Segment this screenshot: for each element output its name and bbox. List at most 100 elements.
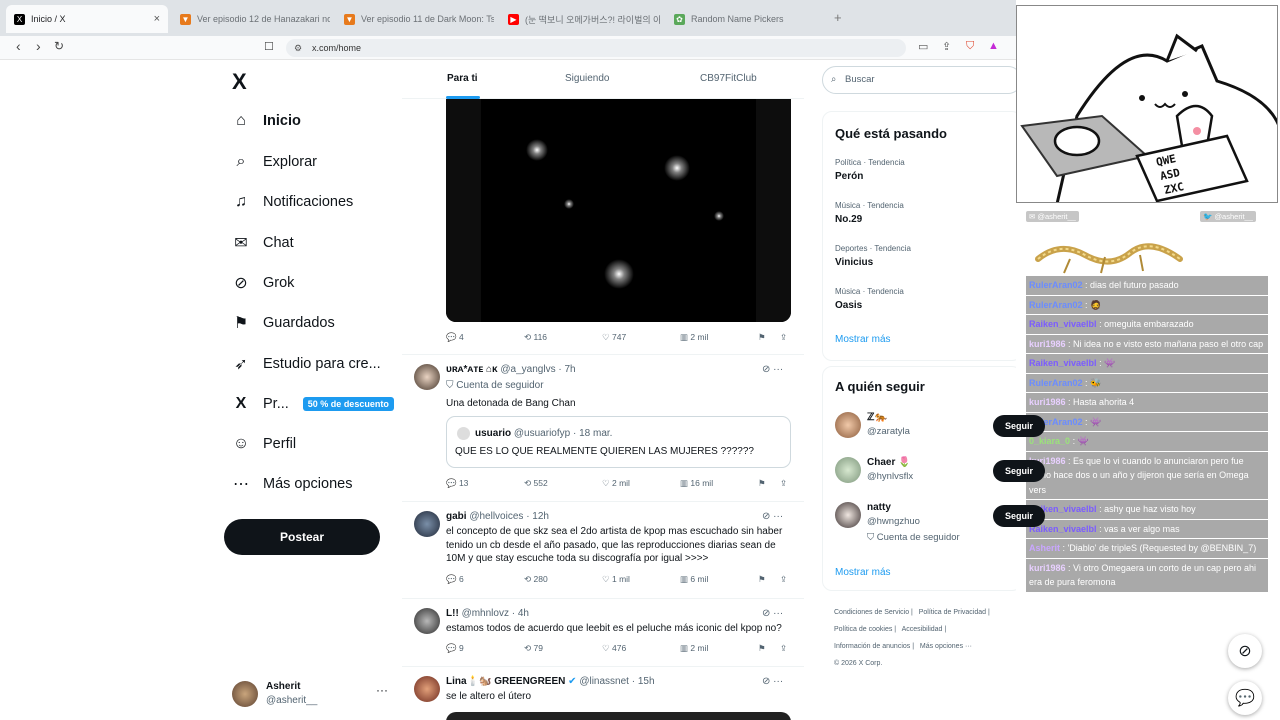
post[interactable]: Lina🕯️🐿️ GREENGREEN ✔ @linassnet · 15h s… <box>402 666 804 720</box>
bookmark-icon[interactable]: ⚑ <box>758 643 766 654</box>
tab-youtube[interactable]: ▶ (눈 떡보니 오메가버스?! 라이벌의 아 <box>500 5 660 33</box>
post-time[interactable]: · 12h <box>526 511 549 522</box>
footer-link[interactable]: Información de anuncios | <box>834 643 914 650</box>
nav-grok[interactable]: ⊘ Grok <box>231 268 294 298</box>
repost-button[interactable]: ⟲ 79 <box>524 643 543 654</box>
post-author[interactable]: Lina🕯️🐿️ GREENGREEN <box>446 676 565 687</box>
like-button[interactable]: ♡ 476 <box>602 643 626 654</box>
trend-item[interactable]: Música · Tendencia Oasis <box>835 287 904 311</box>
post-button[interactable]: Postear <box>224 519 380 555</box>
views-button[interactable]: ▥ 16 mil <box>680 478 713 489</box>
new-tab-button[interactable]: + <box>834 10 842 25</box>
reply-button[interactable]: 💬 13 <box>446 478 468 489</box>
share-icon[interactable]: ⇪ <box>942 40 951 53</box>
forward-icon[interactable]: › <box>36 38 41 54</box>
post-handle[interactable]: @a_yanglvs <box>500 364 555 375</box>
reply-button[interactable]: 💬 9 <box>446 643 464 654</box>
brave-shield-icon[interactable]: ⛉ <box>966 40 974 53</box>
footer-link[interactable]: Política de cookies | <box>834 626 896 633</box>
avatar[interactable] <box>414 364 440 390</box>
search-input[interactable]: ⌕ Buscar <box>822 66 1016 94</box>
views-button[interactable]: ▥ 2 mil <box>680 643 708 654</box>
bookmark-icon[interactable]: ⚑ <box>758 332 766 343</box>
nav-inicio[interactable]: ⌂ Inicio <box>231 106 301 136</box>
bookmark-icon[interactable]: ⚑ <box>758 574 766 585</box>
back-icon[interactable]: ‹ <box>16 38 21 54</box>
bookmark-page-icon[interactable]: ☐ <box>264 40 274 53</box>
follow-button[interactable]: Seguir <box>993 505 1045 527</box>
reply-button[interactable]: 💬 4 <box>446 332 464 343</box>
tab-inicio-x[interactable]: X Inicio / X × <box>6 5 168 33</box>
post-handle[interactable]: @mhnlovz <box>462 608 509 619</box>
brave-rewards-icon[interactable]: ▲ <box>988 40 999 52</box>
url-field[interactable]: ⚙ x.com/home <box>286 39 906 57</box>
account-switcher[interactable]: Asherit @asherit__ ··· <box>232 681 392 711</box>
like-button[interactable]: ♡ 2 mil <box>602 478 630 489</box>
views-button[interactable]: ▥ 6 mil <box>680 574 708 585</box>
show-more-follow[interactable]: Mostrar más <box>835 567 891 578</box>
tab-para-ti[interactable]: Para ti <box>447 73 478 84</box>
cast-icon[interactable]: ▭ <box>918 40 928 53</box>
post-author[interactable]: gabi <box>446 511 467 522</box>
grok-icon[interactable]: ⊘ ··· <box>762 364 783 375</box>
nav-chat[interactable]: ✉ Chat <box>231 228 293 258</box>
post-time[interactable]: · 7h <box>558 364 575 375</box>
quoted-post[interactable]: usuario @usuariofyp · 18 mar. QUE ES LO … <box>446 416 791 468</box>
footer-link[interactable]: Más opciones ··· <box>920 643 972 650</box>
grok-icon[interactable]: ⊘ <box>1228 634 1262 668</box>
post-author[interactable]: L!! <box>446 608 459 619</box>
x-logo-icon[interactable]: X <box>232 69 247 95</box>
follow-button[interactable]: Seguir <box>993 415 1045 437</box>
bookmark-icon[interactable]: ⚑ <box>758 478 766 489</box>
avatar[interactable] <box>414 608 440 634</box>
repost-button[interactable]: ⟲ 116 <box>524 332 547 343</box>
like-button[interactable]: ♡ 747 <box>602 332 626 343</box>
post-media[interactable] <box>446 712 791 720</box>
trend-item[interactable]: Música · Tendencia No.29 <box>835 201 904 225</box>
nav-perfil[interactable]: ☺ Perfil <box>231 429 296 459</box>
grok-icon[interactable]: ⊘ ··· <box>762 608 783 619</box>
nav-mas-opciones[interactable]: ⋯ Más opciones <box>231 469 352 499</box>
share-icon[interactable]: ⇪ <box>780 332 787 343</box>
footer-link[interactable]: Condiciones de Servicio | <box>834 609 913 616</box>
footer-link[interactable]: Política de Privacidad | <box>919 609 990 616</box>
like-button[interactable]: ♡ 1 mil <box>602 574 630 585</box>
nav-premium[interactable]: X Pr... 50 % de descuento <box>231 389 394 419</box>
site-settings-icon[interactable]: ⚙ <box>294 39 302 57</box>
show-more-trends[interactable]: Mostrar más <box>835 334 891 345</box>
post-time[interactable]: · 4h <box>512 608 529 619</box>
post-media-video[interactable] <box>446 99 791 322</box>
grok-icon[interactable]: ⊘ ··· <box>762 676 783 687</box>
trend-item[interactable]: Deportes · Tendencia Vinicius <box>835 244 911 268</box>
post-handle[interactable]: @hellvoices <box>469 511 523 522</box>
nav-estudio[interactable]: ➶ Estudio para cre... <box>231 349 380 379</box>
post-handle[interactable]: @linassnet <box>579 676 629 687</box>
share-icon[interactable]: ⇪ <box>780 478 787 489</box>
close-tab-icon[interactable]: × <box>154 13 160 25</box>
avatar[interactable] <box>414 511 440 537</box>
repost-button[interactable]: ⟲ 280 <box>524 574 548 585</box>
views-button[interactable]: ▥ 2 mil <box>680 332 708 343</box>
reply-button[interactable]: 💬 6 <box>446 574 464 585</box>
nav-explorar[interactable]: ⌕ Explorar <box>231 147 317 177</box>
trend-item[interactable]: Política · Tendencia Perón <box>835 158 905 182</box>
share-icon[interactable]: ⇪ <box>780 643 787 654</box>
post-time[interactable]: · 15h <box>632 676 655 687</box>
messages-icon[interactable]: 💬 <box>1228 681 1262 715</box>
avatar[interactable] <box>414 676 440 702</box>
share-icon[interactable]: ⇪ <box>780 574 787 585</box>
repost-button[interactable]: ⟲ 552 <box>524 478 548 489</box>
footer-link[interactable]: Accesibilidad | <box>902 626 947 633</box>
tab-dark-moon[interactable]: ▼ Ver episodio 11 de Dark Moon: Tsuk <box>336 5 494 33</box>
tab-random-name[interactable]: ✿ Random Name Pickers <box>666 5 826 33</box>
follow-button[interactable]: Seguir <box>993 460 1045 482</box>
nav-notificaciones[interactable]: ♫ Notificaciones <box>231 187 353 217</box>
tab-hanazakari[interactable]: ▼ Ver episodio 12 de Hanazakari no Ki <box>172 5 330 33</box>
grok-icon[interactable]: ⊘ ··· <box>762 511 783 522</box>
tab-cb97fitclub[interactable]: CB97FitClub <box>700 73 757 84</box>
more-icon[interactable]: ··· <box>376 683 388 697</box>
reload-icon[interactable]: ↻ <box>54 39 64 53</box>
nav-guardados[interactable]: ⚑ Guardados <box>231 308 335 338</box>
tab-siguiendo[interactable]: Siguiendo <box>565 73 609 84</box>
post-author[interactable]: ᴜʀᴀ*ᴀᴛᴇ ⌂ᴋ <box>446 364 498 375</box>
